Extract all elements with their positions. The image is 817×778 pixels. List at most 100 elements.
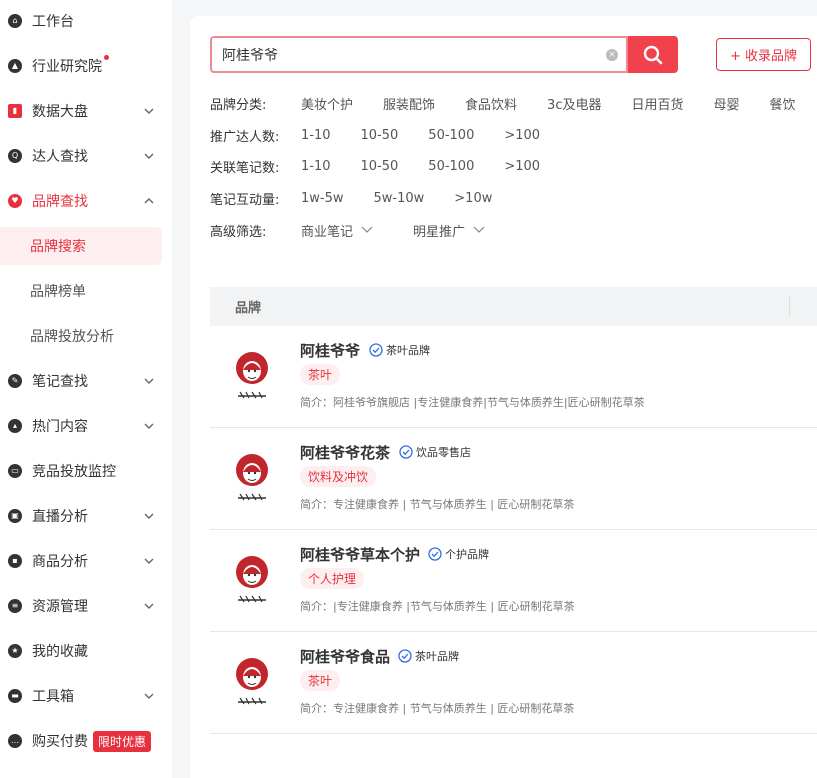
dropdown-label: 商业笔记	[301, 224, 354, 240]
chevron-down-icon[interactable]	[142, 419, 156, 433]
chevron-down-icon[interactable]	[142, 599, 156, 613]
filter-option[interactable]: 50-100	[428, 159, 474, 174]
filter-option[interactable]: 1-10	[301, 128, 331, 143]
table-row[interactable]: 阿桂爷爷 茶叶品牌 茶叶 简介：阿桂爷爷旗舰店 |专注健康食养|节气与体质养生|…	[210, 326, 817, 428]
filter-option[interactable]: 餐饮	[770, 94, 796, 113]
category-tag: 茶叶	[300, 670, 341, 691]
chevron-down-icon[interactable]	[142, 689, 156, 703]
sidebar-item-brand-search[interactable]: ♥ 品牌查找	[0, 181, 172, 221]
sidebar-item-resource-management[interactable]: ≡ 资源管理	[0, 586, 172, 626]
chevron-up-icon[interactable]	[142, 194, 156, 208]
sidebar-item-product-analysis[interactable]: ▪ 商品分析	[0, 541, 172, 581]
sidebar-item-label: 直播分析	[32, 509, 88, 525]
sidebar-item-label: 购买付费	[32, 734, 88, 750]
category-tag: 个人护理	[300, 568, 365, 589]
sidebar-item-note-search[interactable]: ✎ 笔记查找	[0, 361, 172, 401]
sidebar-item-industry-research[interactable]: ▲ 行业研究院	[0, 46, 172, 86]
chevron-down-icon[interactable]	[142, 554, 156, 568]
chevron-down-icon[interactable]	[142, 509, 156, 523]
filter-option[interactable]: >100	[504, 159, 540, 174]
sidebar-item-live-analysis[interactable]: ▣ 直播分析	[0, 496, 172, 536]
column-header-brand: 品牌	[235, 301, 262, 316]
filter-option[interactable]: 1w-5w	[301, 191, 344, 206]
brand-description: 简介：专注健康食养 | 节气与体质养生 | 匠心研制花草茶	[300, 498, 575, 511]
filter-option[interactable]: >10w	[454, 191, 492, 206]
chevron-down-icon	[473, 226, 485, 233]
filter-option[interactable]: 日用百货	[631, 94, 683, 113]
verified-label: 个护品牌	[445, 548, 489, 561]
filter-option[interactable]: >100	[504, 128, 540, 143]
brand-logo	[236, 454, 268, 501]
filter-option[interactable]: 食品饮料	[465, 94, 517, 113]
filter-option[interactable]: 3c及电器	[547, 94, 601, 113]
sidebar-item-label: 竞品投放监控	[32, 464, 116, 480]
sidebar-item-purchase[interactable]: … 购买付费 限时优惠	[0, 721, 172, 761]
brand-logo	[236, 658, 268, 705]
chevron-down-icon[interactable]	[142, 374, 156, 388]
chevron-down-icon[interactable]	[142, 104, 156, 118]
search-icon	[643, 45, 663, 64]
sidebar-item-label: 资源管理	[32, 599, 88, 615]
verified-label: 茶叶品牌	[415, 650, 459, 663]
filter-option[interactable]: 服装配饰	[383, 94, 435, 113]
sidebar-subitem-brand-search[interactable]: 品牌搜索	[0, 227, 162, 265]
brand-description: 简介：阿桂爷爷旗舰店 |专注健康食养|节气与体质养生|匠心研制花草茶	[300, 396, 645, 409]
category-tag: 茶叶	[300, 364, 341, 385]
table-row[interactable]: 阿桂爷爷草本个护 个护品牌 个人护理 简介：|专注健康食养 |节气与体质养生 |…	[210, 530, 817, 632]
celebrity-promo-dropdown[interactable]: 明星推广	[413, 221, 485, 240]
table-row[interactable]: 阿桂爷爷花茶 饮品零售店 饮料及冲饮 简介：专注健康食养 | 节气与体质养生 |…	[210, 428, 817, 530]
home-icon: ⌂	[8, 14, 22, 28]
sidebar-item-label: 工作台	[32, 14, 74, 30]
chevron-down-icon[interactable]	[142, 149, 156, 163]
filter-row-influencers: 推广达人数: 1-10 10-50 50-100 >100	[210, 125, 570, 145]
verified-badge: 饮品零售店	[399, 444, 471, 460]
filter-option[interactable]: 10-50	[361, 128, 399, 143]
search-icon: Q	[8, 149, 22, 163]
pencil-icon: ✎	[8, 374, 22, 388]
sidebar-item-influencer-search[interactable]: Q 达人查找	[0, 136, 172, 176]
brand-name[interactable]: 阿桂爷爷草本个护	[300, 544, 420, 565]
tv-icon: ▣	[8, 509, 22, 523]
verified-check-icon	[399, 445, 413, 459]
collect-brand-button[interactable]: + 收录品牌	[716, 38, 811, 71]
verified-check-icon	[398, 649, 412, 663]
filter-label: 品牌分类:	[210, 97, 267, 113]
flame-icon: ▴	[8, 419, 22, 433]
star-icon: ★	[8, 644, 22, 658]
sidebar-item-hot-content[interactable]: ▴ 热门内容	[0, 406, 172, 446]
filter-option[interactable]: 5w-10w	[374, 191, 425, 206]
brand-description: 简介：|专注健康食养 |节气与体质养生 | 匠心研制花草茶	[300, 600, 575, 613]
verified-check-icon	[428, 547, 442, 561]
brand-logo	[236, 556, 268, 603]
table-row[interactable]: 阿桂爷爷食品 茶叶品牌 茶叶 简介：专注健康食养 | 节气与体质养生 | 匠心研…	[210, 632, 817, 734]
filter-label: 高级筛选:	[210, 224, 267, 240]
filter-option[interactable]: 1-10	[301, 159, 331, 174]
category-tag: 饮料及冲饮	[300, 466, 377, 487]
filter-row-category: 品牌分类: 美妆个护 服装配饰 食品饮料 3c及电器 日用百货 母婴 餐饮 互	[210, 93, 817, 113]
commercial-notes-dropdown[interactable]: 商业笔记	[301, 221, 373, 240]
sidebar-item-competitor-monitor[interactable]: ▭ 竞品投放监控	[0, 451, 172, 491]
brand-name[interactable]: 阿桂爷爷食品	[300, 646, 390, 667]
search-button[interactable]	[628, 36, 678, 73]
brand-description: 简介：专注健康食养 | 节气与体质养生 | 匠心研制花草茶	[300, 702, 575, 715]
sidebar: ⌂ 工作台 ▲ 行业研究院 ▮ 数据大盘 Q 达人查找 ♥ 品牌查找 品牌搜索 …	[0, 0, 172, 778]
verified-label: 茶叶品牌	[386, 344, 430, 357]
filter-option[interactable]: 母婴	[713, 94, 739, 113]
sidebar-item-workbench[interactable]: ⌂ 工作台	[0, 1, 172, 41]
brand-name[interactable]: 阿桂爷爷	[300, 340, 360, 361]
heart-badge-icon: ♥	[8, 194, 22, 208]
brand-name[interactable]: 阿桂爷爷花茶	[300, 442, 390, 463]
chevron-down-icon	[361, 226, 373, 233]
search-input[interactable]	[222, 46, 592, 63]
filter-option[interactable]: 50-100	[428, 128, 474, 143]
toolbox-icon: ▬	[8, 689, 22, 703]
sidebar-subitem-brand-ad-analysis[interactable]: 品牌投放分析	[0, 317, 162, 355]
sidebar-item-toolbox[interactable]: ▬ 工具箱	[0, 676, 172, 716]
sidebar-subitem-brand-ranking[interactable]: 品牌榜单	[0, 272, 162, 310]
filter-option[interactable]: 10-50	[361, 159, 399, 174]
clear-icon[interactable]: ×	[606, 49, 618, 61]
filter-label: 笔记互动量:	[210, 192, 280, 208]
sidebar-item-data-dashboard[interactable]: ▮ 数据大盘	[0, 91, 172, 131]
filter-option[interactable]: 美妆个护	[301, 94, 353, 113]
sidebar-item-my-favorites[interactable]: ★ 我的收藏	[0, 631, 172, 671]
